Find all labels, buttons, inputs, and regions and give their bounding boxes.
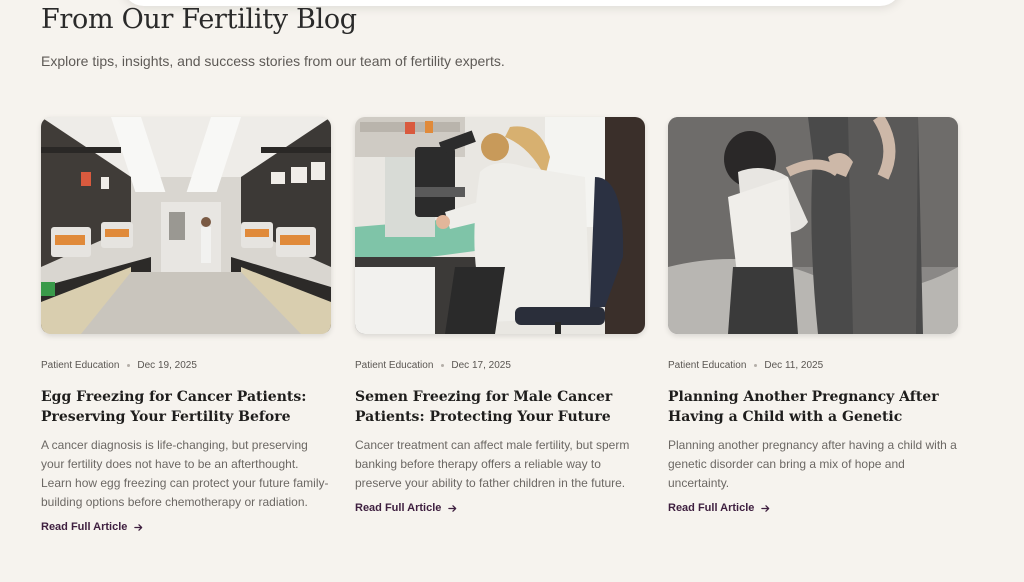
meta-separator-dot xyxy=(754,363,758,367)
arrow-right-icon xyxy=(134,523,143,532)
post-meta: Patient Education Dec 17, 2025 xyxy=(355,358,645,372)
post-meta: Patient Education Dec 19, 2025 xyxy=(41,358,331,372)
post-title[interactable]: Planning Another Pregnancy After Having … xyxy=(668,387,958,427)
read-full-article-link[interactable]: Read Full Article xyxy=(355,502,645,514)
lab-illustration xyxy=(41,117,331,334)
post-meta: Patient Education Dec 11, 2025 xyxy=(668,358,958,372)
section-subtitle: Explore tips, insights, and success stor… xyxy=(41,53,505,69)
card-image-microscope[interactable] xyxy=(355,117,645,334)
post-date: Dec 11, 2025 xyxy=(764,359,824,371)
blog-card: Patient Education Dec 19, 2025 Egg Freez… xyxy=(41,117,331,533)
blog-card: Patient Education Dec 17, 2025 Semen Fre… xyxy=(355,117,645,514)
post-category: Patient Education xyxy=(355,359,434,371)
read-more-label: Read Full Article xyxy=(355,502,442,514)
post-category: Patient Education xyxy=(41,359,120,371)
blog-card: Patient Education Dec 11, 2025 Planning … xyxy=(668,117,958,514)
card-image-family[interactable] xyxy=(668,117,958,334)
post-excerpt: A cancer diagnosis is life-changing, but… xyxy=(41,438,329,509)
post-excerpt: Cancer treatment can affect male fertili… xyxy=(355,438,630,490)
post-excerpt: Planning another pregnancy after having … xyxy=(668,438,957,490)
post-date: Dec 17, 2025 xyxy=(451,359,511,371)
post-title[interactable]: Semen Freezing for Male Cancer Patients:… xyxy=(355,387,645,427)
arrow-right-icon xyxy=(448,504,457,513)
post-date: Dec 19, 2025 xyxy=(137,359,197,371)
meta-separator-dot xyxy=(441,363,445,367)
card-image-lab[interactable] xyxy=(41,117,331,334)
family-illustration xyxy=(668,117,958,334)
section-title: From Our Fertility Blog xyxy=(41,4,357,35)
read-more-label: Read Full Article xyxy=(41,521,128,533)
post-category: Patient Education xyxy=(668,359,747,371)
post-title[interactable]: Egg Freezing for Cancer Patients: Preser… xyxy=(41,387,331,427)
read-more-label: Read Full Article xyxy=(668,502,755,514)
microscope-illustration xyxy=(355,117,645,334)
arrow-right-icon xyxy=(761,504,770,513)
blog-card-list: Patient Education Dec 19, 2025 Egg Freez… xyxy=(41,117,981,577)
read-full-article-link[interactable]: Read Full Article xyxy=(41,521,331,533)
read-full-article-link[interactable]: Read Full Article xyxy=(668,502,958,514)
meta-separator-dot xyxy=(127,363,131,367)
